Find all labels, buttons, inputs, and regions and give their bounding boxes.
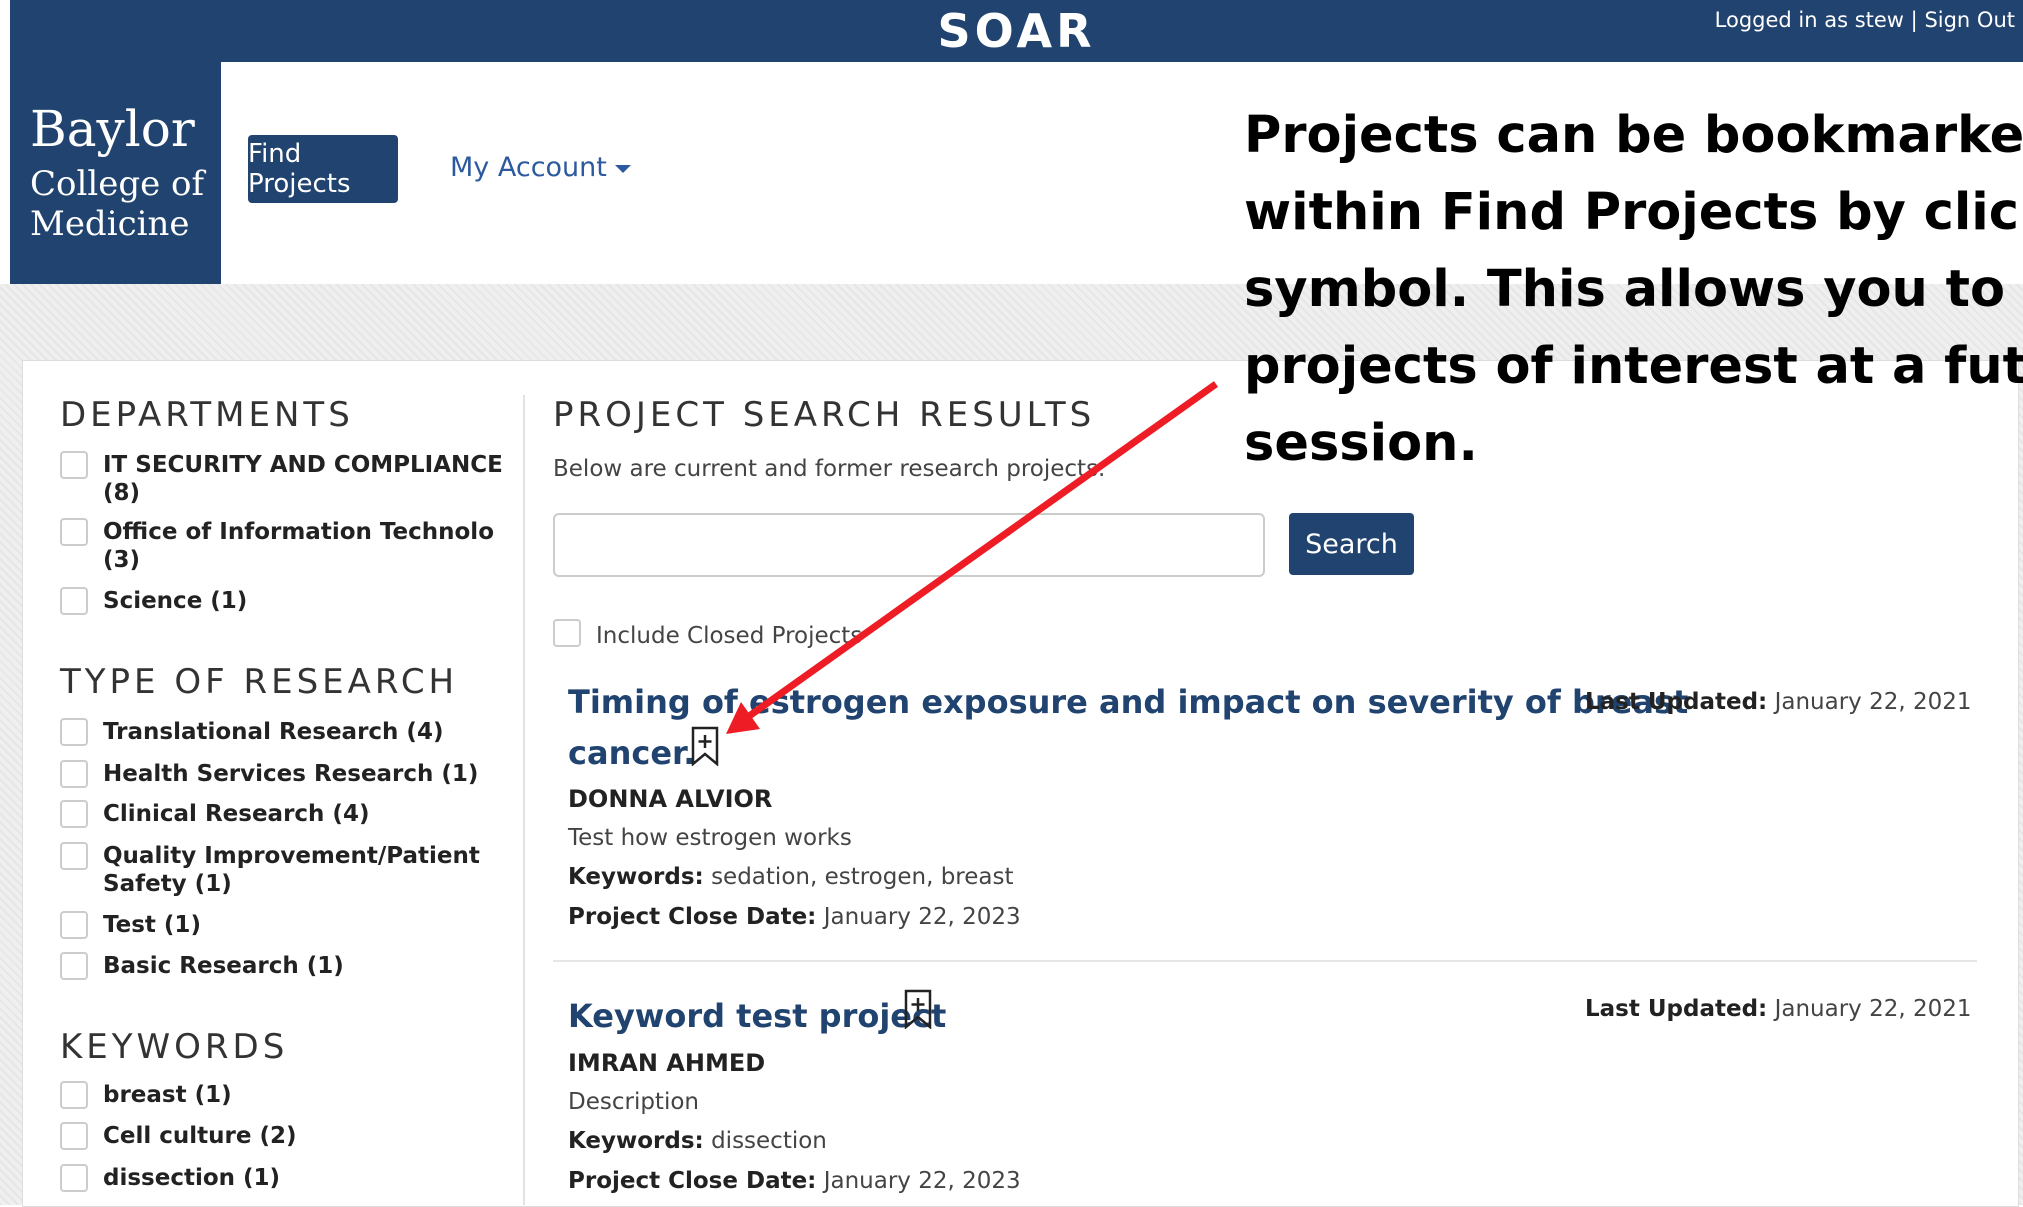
annotation-arrow — [726, 381, 1219, 734]
